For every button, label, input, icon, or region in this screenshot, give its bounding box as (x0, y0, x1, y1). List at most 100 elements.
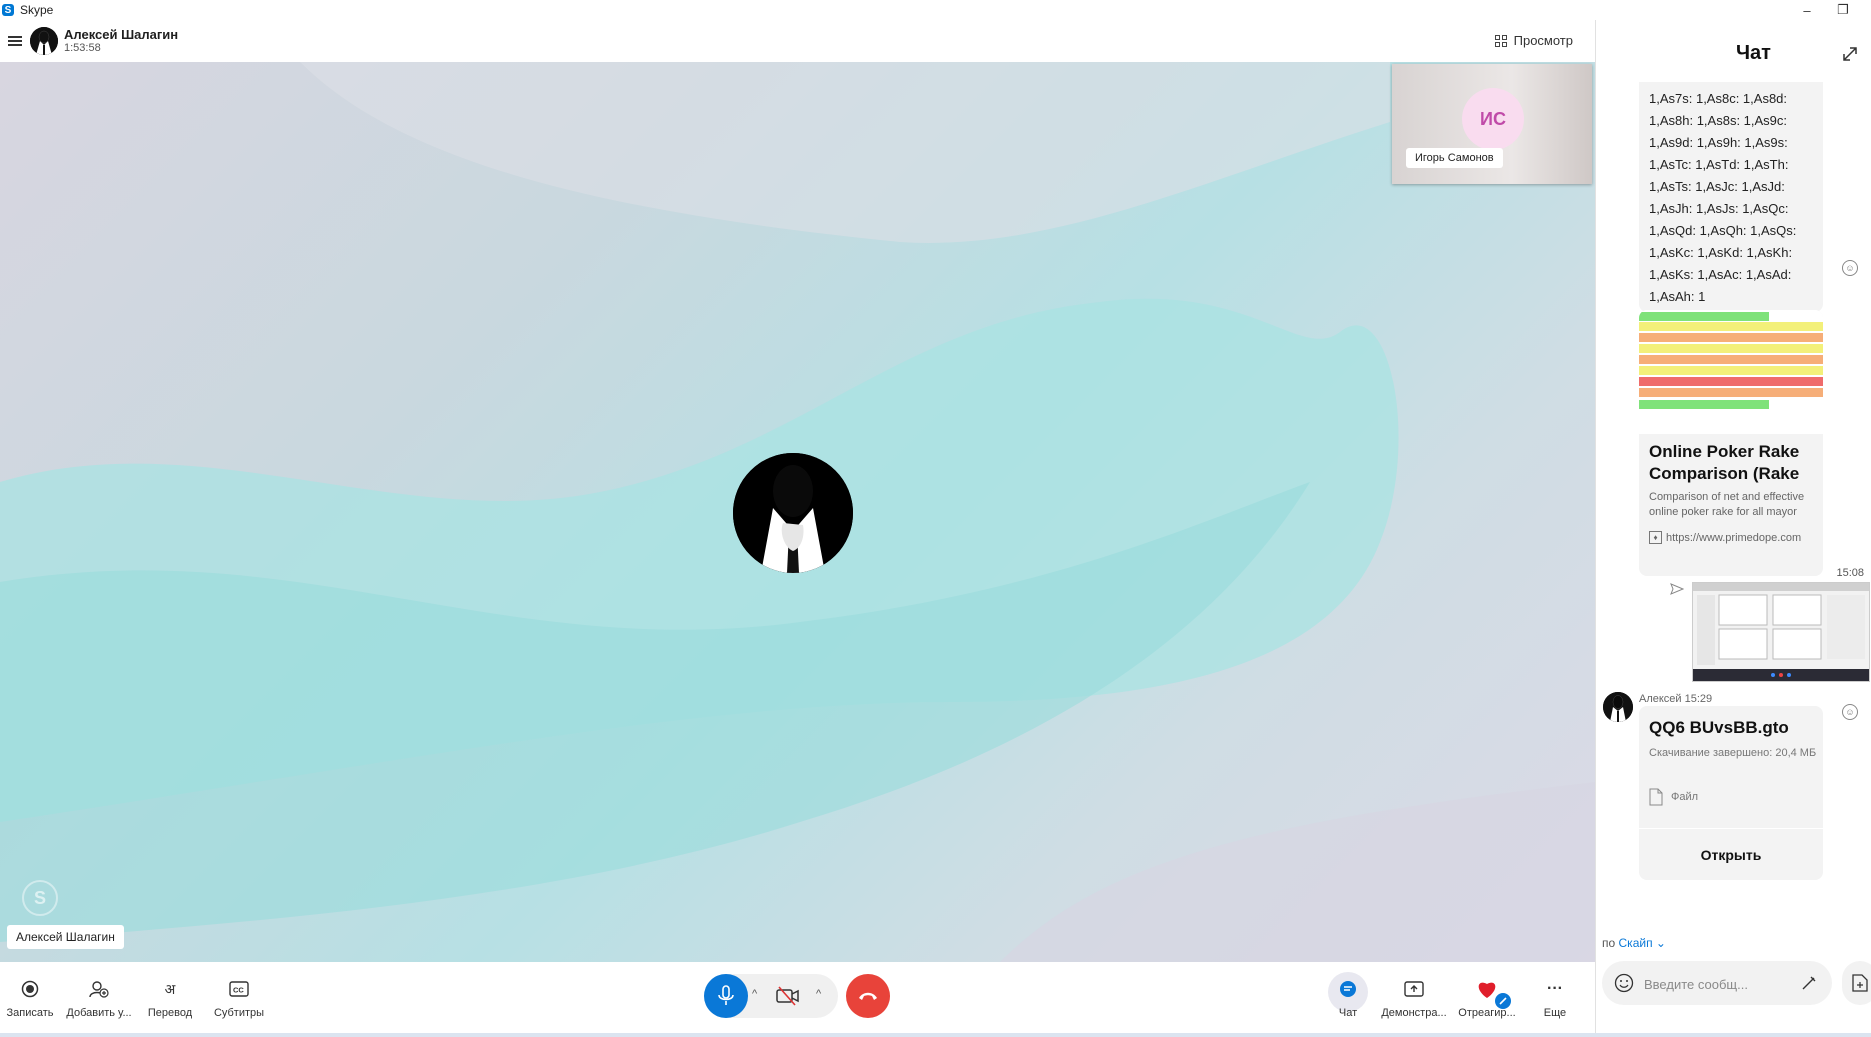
message-line: 1,AsAh: 1 (1649, 289, 1706, 304)
emoji-icon[interactable] (1614, 973, 1634, 998)
message-line: 1,As9d: 1,As9h: 1,As9s: (1649, 135, 1788, 150)
message-line: 1,AsKc: 1,AsKd: 1,AsKh: (1649, 245, 1793, 260)
camera-button[interactable] (775, 984, 801, 1008)
file-name: QQ6 BUvsBB.gto (1649, 718, 1789, 737)
record-label: Записать (6, 1007, 54, 1019)
translate-label: Перевод (147, 1007, 193, 1019)
record-icon (13, 976, 47, 1002)
chat-label: Чат (1338, 1007, 1358, 1019)
message-line: 1,AsKs: 1,AsAc: 1,AsAd: (1649, 267, 1792, 282)
call-toolbar: Записать Добавить у... अ Перевод CC Субт… (0, 962, 1595, 1033)
link-preview-image (1639, 310, 1823, 434)
message-line: 1,As7s: 1,As8c: 1,As8d: (1649, 91, 1788, 106)
participant-name-label: Алексей Шалагин (7, 925, 124, 949)
share-screen-button[interactable]: Демонстра... (1379, 976, 1449, 1019)
self-preview-tile[interactable]: ИС Игорь Самонов (1392, 64, 1592, 184)
file-type-row: Файл (1649, 788, 1698, 806)
chat-icon (1331, 976, 1365, 1002)
add-reaction-icon[interactable]: ☺ (1842, 704, 1858, 720)
caller-name: Алексей Шалагин (64, 26, 179, 42)
file-message[interactable]: QQ6 BUvsBB.gto Скачивание завершено: 20,… (1639, 706, 1823, 880)
message-line: 1,AsJh: 1,AsJs: 1,AsQc: (1649, 201, 1789, 216)
camera-options-caret-icon[interactable]: ^ (816, 988, 821, 1000)
call-duration: 1:53:58 (64, 41, 101, 54)
svg-text:CC: CC (233, 986, 244, 995)
pencil-badge-icon (1495, 993, 1511, 1009)
preview-name: Игорь Самонов (1406, 148, 1503, 168)
translate-icon: अ (164, 980, 176, 997)
link-url-row[interactable]: ♦ https://www.primedope.com (1649, 531, 1801, 544)
add-participant-button[interactable]: Добавить у... (64, 976, 134, 1019)
preview-initials: ИС (1462, 88, 1524, 150)
translate-button[interactable]: अ Перевод (135, 976, 205, 1020)
open-file-button[interactable]: Открыть (1639, 828, 1823, 880)
message-timestamp: 15:08 (1836, 567, 1864, 579)
add-participant-label: Добавить у... (66, 1007, 132, 1019)
share-screen-icon (1397, 976, 1431, 1002)
more-icon: ··· (1547, 980, 1563, 997)
subtitles-button[interactable]: CC Субтитры (204, 976, 274, 1019)
end-call-button[interactable] (846, 974, 890, 1018)
hang-up-icon (859, 992, 877, 1000)
text-message[interactable]: 1,As7s: 1,As8c: 1,As8d: 1,As8h: 1,As8s: … (1639, 82, 1823, 312)
subtitles-label: Субтитры (213, 1007, 265, 1019)
sent-status-icon (1670, 582, 1685, 600)
chevron-down-icon[interactable]: ⌄ (1656, 936, 1666, 950)
participant-avatar (733, 453, 853, 573)
view-label: Просмотр (1513, 33, 1573, 48)
author-avatar[interactable] (1603, 692, 1633, 722)
restore-button[interactable]: ❐ (1823, 0, 1863, 20)
captions-icon: CC (222, 976, 256, 1002)
by-prefix: по (1602, 936, 1616, 950)
message-line: 1,AsQd: 1,AsQh: 1,AsQs: (1649, 223, 1797, 238)
minimize-button[interactable]: – (1787, 0, 1827, 20)
message-line: 1,AsTs: 1,AsJc: 1,AsJd: (1649, 179, 1785, 194)
more-button[interactable]: ··· Еще (1520, 976, 1590, 1019)
chat-panel-title: Чат (1736, 42, 1771, 64)
chat-button[interactable]: Чат (1313, 976, 1383, 1019)
message-composer (1602, 961, 1832, 1005)
add-reaction-icon[interactable]: ☺ (1842, 260, 1858, 276)
file-icon (1649, 788, 1663, 806)
menu-icon[interactable] (8, 36, 22, 46)
download-status: Скачивание завершено: 20,4 МБ (1649, 747, 1817, 759)
link-url: https://www.primedope.com (1666, 531, 1802, 544)
call-header: Алексей Шалагин 1:53:58 Просмотр (0, 20, 1595, 62)
skype-link[interactable]: Скайп (1619, 936, 1653, 950)
microphone-button[interactable] (704, 974, 748, 1018)
react-button[interactable]: Отреагир... (1452, 976, 1522, 1019)
heart-icon (1470, 976, 1511, 1009)
image-attachment[interactable] (1692, 582, 1870, 682)
skype-logo-icon: S (2, 4, 14, 16)
link-title: Online Poker Rake Comparison (Rake (1649, 442, 1800, 483)
share-screen-label: Демонстра... (1381, 1007, 1447, 1019)
skype-watermark-icon: S (22, 880, 58, 916)
window-titlebar: S Skype – ❐ (0, 0, 1871, 20)
file-type: Файл (1671, 791, 1699, 803)
call-stage: ИС Игорь Самонов S Алексей Шалагин (0, 62, 1595, 962)
microphone-icon (718, 985, 734, 1005)
message-line: 1,As8h: 1,As8s: 1,As9c: (1649, 113, 1788, 128)
chat-panel: Чат 1,As7s: 1,As8c: 1,As8d: 1,As8h: 1,As… (1595, 20, 1871, 1033)
more-label: Еще (1543, 1007, 1567, 1019)
site-favicon-icon: ♦ (1649, 531, 1662, 544)
link-description: Comparison of net and effective online p… (1649, 491, 1805, 518)
link-preview-card[interactable]: Online Poker Rake Comparison (Rake Compa… (1639, 310, 1823, 576)
window-title: Skype (20, 3, 54, 17)
pen-icon[interactable] (1800, 974, 1818, 997)
record-button[interactable]: Записать (0, 976, 65, 1019)
window-bottom-edge (0, 1033, 1871, 1037)
grid-icon (1494, 34, 1507, 47)
message-input[interactable] (1642, 973, 1796, 995)
message-line: 1,AsTc: 1,AsTd: 1,AsTh: (1649, 157, 1789, 172)
send-file-button[interactable] (1842, 961, 1871, 1005)
add-person-icon (82, 976, 116, 1002)
screenshot-preview (1693, 583, 1869, 681)
caller-info: Алексей Шалагин 1:53:58 (64, 26, 179, 55)
attach-file-icon (1852, 974, 1868, 992)
expand-icon[interactable] (1840, 44, 1860, 64)
view-button[interactable]: Просмотр (1494, 33, 1573, 48)
caller-avatar[interactable] (30, 27, 58, 55)
mic-options-caret-icon[interactable]: ^ (752, 988, 757, 1000)
camera-off-icon (776, 986, 799, 1006)
